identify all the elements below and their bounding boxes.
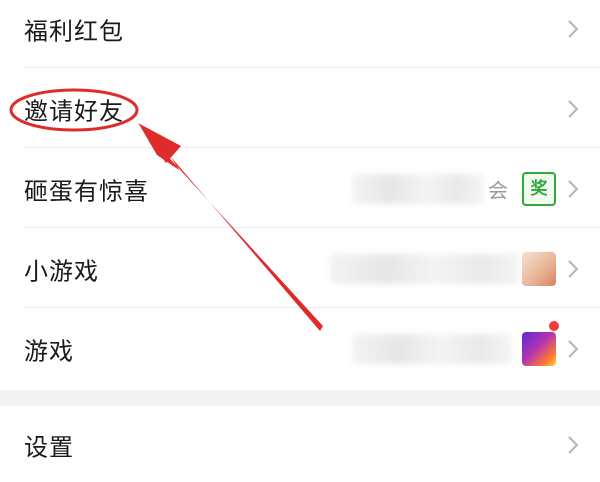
minigame-thumbnail — [522, 252, 556, 286]
chevron-right-icon — [568, 20, 579, 38]
chevron-right-icon — [568, 436, 579, 454]
row-divider — [24, 67, 600, 68]
blurred-subtitle — [330, 254, 520, 284]
chevron-right-icon — [568, 340, 579, 358]
settings-screen: 福利红包 邀请好友 砸蛋有惊喜 会 奖 小游戏 游戏 设置 — [0, 0, 600, 482]
blurred-subtitle — [352, 334, 512, 364]
menu-item-games[interactable]: 游戏 — [0, 310, 600, 388]
prize-badge-icon: 奖 — [522, 172, 556, 206]
menu-item-label: 设置 — [24, 433, 74, 462]
row-divider — [24, 147, 600, 148]
chevron-right-icon — [568, 100, 579, 118]
menu-item-settings[interactable]: 设置 — [0, 406, 600, 482]
menu-item-hint: 会 — [488, 178, 508, 203]
blurred-subtitle — [352, 174, 484, 204]
menu-item-label: 游戏 — [24, 337, 74, 366]
red-dot-icon — [548, 320, 560, 332]
menu-item-invite-friends[interactable]: 邀请好友 — [0, 70, 600, 148]
menu-item-label: 福利红包 — [24, 17, 124, 46]
menu-item-label: 砸蛋有惊喜 — [24, 177, 149, 206]
game-thumbnail — [522, 332, 556, 366]
chevron-right-icon — [568, 180, 579, 198]
chevron-right-icon — [568, 260, 579, 278]
menu-item-smash-egg[interactable]: 砸蛋有惊喜 会 奖 — [0, 150, 600, 228]
row-divider — [24, 227, 600, 228]
section-separator — [0, 390, 600, 406]
menu-item-welfare-redpacket[interactable]: 福利红包 — [0, 0, 600, 68]
menu-item-label: 邀请好友 — [24, 97, 124, 126]
menu-item-label: 小游戏 — [24, 257, 99, 286]
menu-item-minigames[interactable]: 小游戏 — [0, 230, 600, 308]
row-divider — [24, 307, 600, 308]
